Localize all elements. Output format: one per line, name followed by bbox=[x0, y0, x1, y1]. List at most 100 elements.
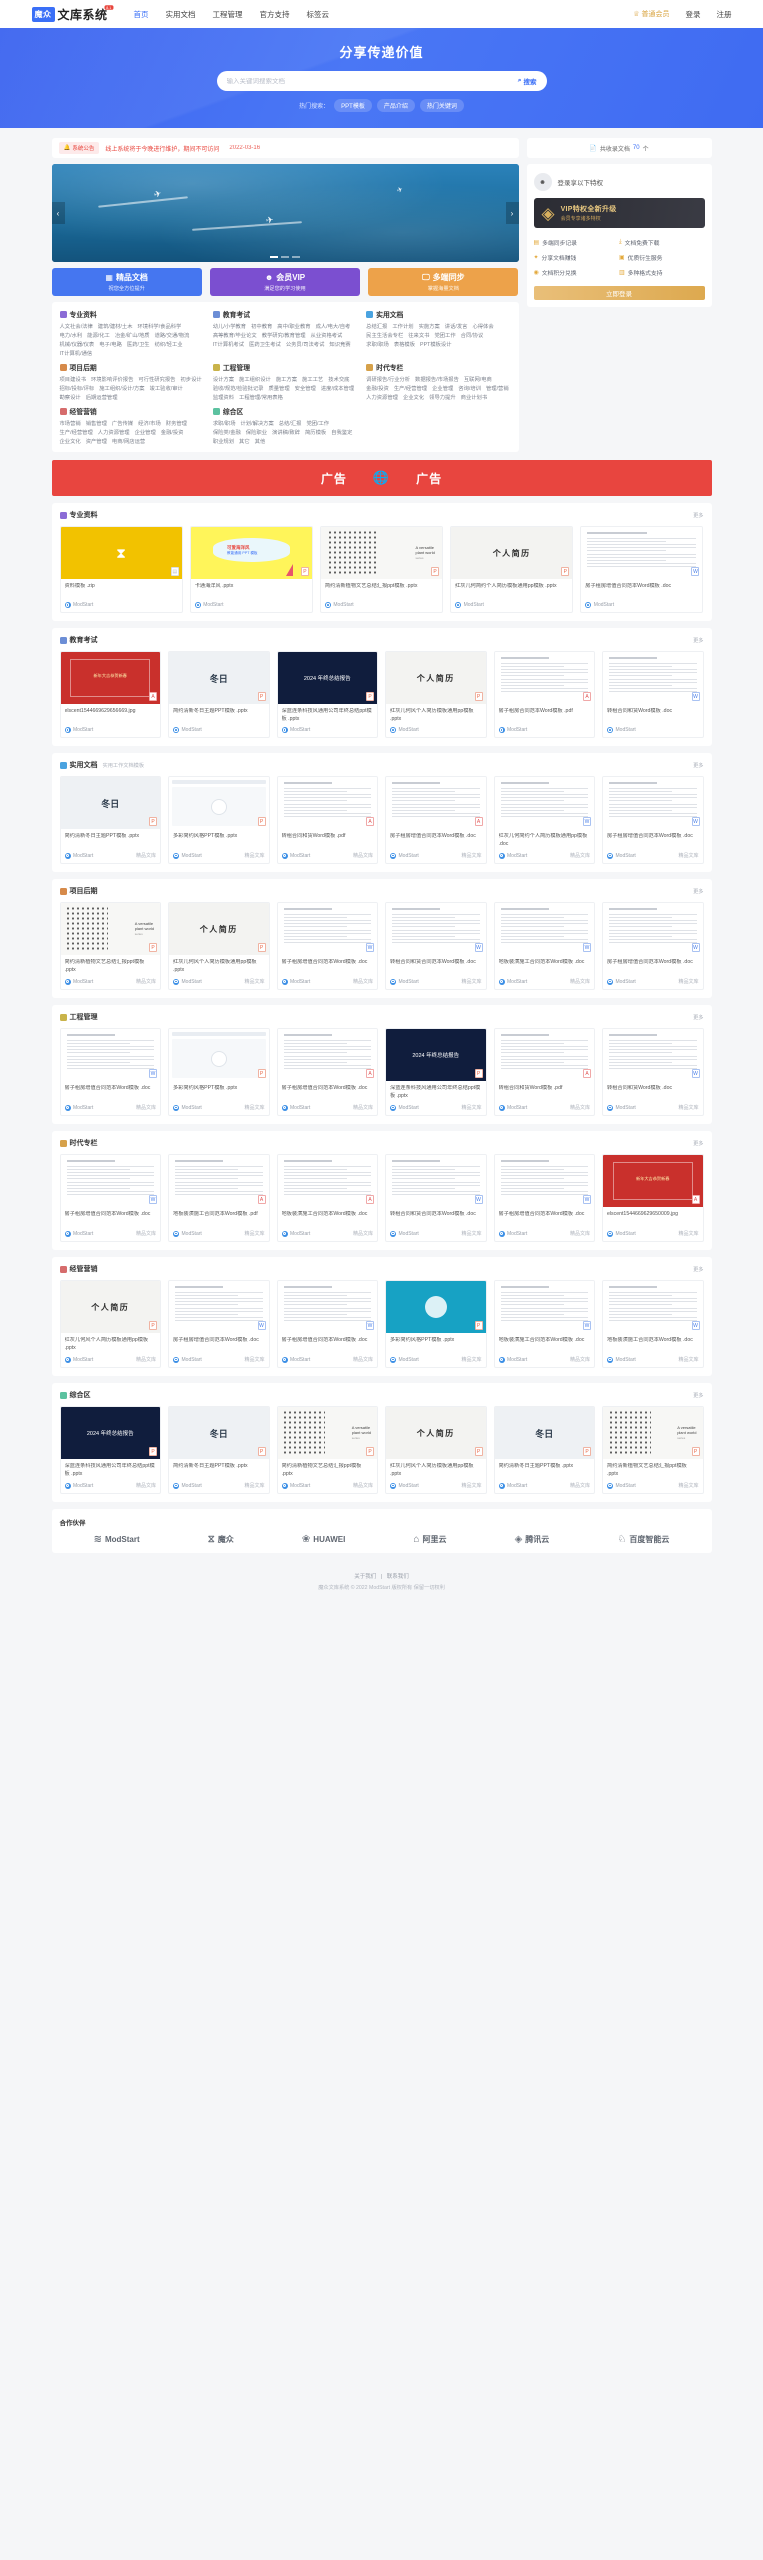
category-link[interactable]: 党团/工作 bbox=[306, 419, 329, 427]
category-link[interactable]: 市场营销 bbox=[60, 419, 81, 427]
category-link[interactable]: 从业资格考试 bbox=[311, 331, 343, 339]
hero-carousel[interactable]: ✈ ✈ ✈ ‹ › bbox=[51, 164, 519, 262]
partner-item[interactable]: ≋ ModStart bbox=[94, 1534, 140, 1545]
carousel-dots[interactable] bbox=[270, 256, 300, 258]
document-card[interactable]: W 房子租房增值合同范本Word模板 .doc ModStart 精品文库 bbox=[59, 1154, 161, 1242]
category-link[interactable]: 保险职业 bbox=[246, 428, 267, 436]
system-notice[interactable]: 🔔 系统公告 线上系统将于今晚进行维护，期间不可访问 2022-03-16 bbox=[51, 138, 519, 158]
document-card[interactable]: 2024 年终总结报告 P 深蓝连条科技风通用公司年终总结ppt模板 .pptx Mo… bbox=[385, 1028, 487, 1116]
category-link[interactable]: 企业管理 bbox=[135, 428, 156, 436]
category-link[interactable]: 公务员/司法考试 bbox=[286, 340, 325, 348]
category-link[interactable]: 往来文书 bbox=[408, 331, 429, 339]
document-card[interactable]: W 红灰几何简约个人简历模板通用pp模板 .doc ModStart 精品文库 bbox=[493, 776, 595, 864]
document-card[interactable]: 冬日 P 简约清新冬日主题PPT模板 .pptx ModStart 精品文库 bbox=[59, 776, 161, 864]
search-input[interactable] bbox=[226, 77, 512, 85]
document-card[interactable]: W 房子租房增值合同范本Word模板 .doc ModStart 精品文库 bbox=[602, 902, 704, 990]
footer-link-contact[interactable]: 联系我们 bbox=[387, 1574, 409, 1580]
document-card[interactable]: A 房子租房增值合同范本Word模板 .doc ModStart 精品文库 bbox=[385, 776, 487, 864]
category-link[interactable]: 高等教育/毕业论文 bbox=[213, 331, 257, 339]
carousel-dot[interactable] bbox=[270, 256, 278, 258]
partner-item[interactable]: ⧖ 魔众 bbox=[208, 1534, 234, 1545]
category-link[interactable]: 进度/成本管理 bbox=[321, 384, 354, 392]
section-more-link[interactable]: 更多 bbox=[693, 1140, 703, 1147]
category-link[interactable]: 管理/营销 bbox=[486, 384, 509, 392]
category-link[interactable]: 经济/市场 bbox=[138, 419, 161, 427]
category-link[interactable]: 商业计划书 bbox=[461, 393, 488, 401]
section-more-link[interactable]: 更多 bbox=[693, 1392, 703, 1399]
category-link[interactable]: 求职/职场 bbox=[213, 419, 236, 427]
category-link[interactable]: 电力/水利 bbox=[60, 331, 83, 339]
category-link[interactable]: 可行性研究报告 bbox=[138, 375, 175, 383]
document-card[interactable]: 可爱海洋风 教能通用 PPT 模板 P 卡通海洋风 .pptx ModStart bbox=[189, 526, 313, 613]
category-link[interactable]: 人力资源管理 bbox=[366, 393, 398, 401]
category-link[interactable]: 环境影响评价报告 bbox=[91, 375, 133, 383]
category-link[interactable]: 建筑/建材/土木 bbox=[98, 322, 133, 330]
category-link[interactable]: 人文社会/法律 bbox=[60, 322, 93, 330]
search-button[interactable]: ⌕ 搜索 bbox=[512, 74, 543, 88]
document-card[interactable]: A 房子租房合同范本Word模板 .pdf ModStart bbox=[493, 651, 595, 738]
document-card[interactable]: 新年大吉恭贺新春 Aelscent1544669629650009.jpg ModS… bbox=[602, 1154, 704, 1242]
section-more-link[interactable]: 更多 bbox=[693, 888, 703, 895]
document-card[interactable]: 2024 年终总结报告 P 深蓝连条科技风通用公司年终总结ppt模板 .pptx Mo… bbox=[276, 651, 378, 738]
category-link[interactable]: 企业文化 bbox=[60, 437, 81, 445]
category-link[interactable]: 电商/网店运营 bbox=[112, 437, 145, 445]
nav-item-tag-cloud[interactable]: 标签云 bbox=[307, 9, 330, 20]
category-link[interactable]: 勘察设计 bbox=[60, 393, 81, 401]
document-card[interactable]: ⧗ ▤ 资料模板 .zip ModStart bbox=[59, 526, 183, 613]
document-card[interactable]: A versatile plant world series P 简约清新植物文艺总结汇… bbox=[602, 1406, 704, 1494]
search-bar[interactable]: ⌕ 搜索 bbox=[216, 71, 547, 91]
document-card[interactable]: W 房子租房增值合同范本Word模板 .doc ModStart 精品文库 bbox=[602, 776, 704, 864]
carousel-prev-button[interactable]: ‹ bbox=[51, 202, 65, 224]
category-link[interactable]: 职业规划 bbox=[213, 437, 234, 445]
category-link[interactable]: 招标/投标/评标 bbox=[60, 384, 95, 392]
nav-item-home[interactable]: 首页 bbox=[134, 9, 149, 20]
section-more-link[interactable]: 更多 bbox=[693, 762, 703, 769]
document-card[interactable]: W 转租合同和赁合同范本Word模板 .doc ModStart 精品文库 bbox=[385, 902, 487, 990]
document-card[interactable]: W 地板装潢施工合同范本Word模板 .doc ModStart 精品文库 bbox=[493, 902, 595, 990]
category-link[interactable]: 医药/卫生 bbox=[127, 340, 150, 348]
category-link[interactable]: 合同/协议 bbox=[461, 331, 484, 339]
partner-item[interactable]: ♘ 百度智能云 bbox=[617, 1534, 669, 1545]
hot-tag-product[interactable]: 产品介绍 bbox=[376, 99, 415, 112]
category-link[interactable]: 施工工艺 bbox=[302, 375, 323, 383]
category-link[interactable]: 道路/交通/物流 bbox=[155, 331, 190, 339]
category-link[interactable]: 企业文化 bbox=[403, 393, 424, 401]
document-card[interactable]: W 房子租房增值合同范本Word模板 .doc ModStart 精品文库 bbox=[168, 1280, 270, 1368]
document-card[interactable]: 冬日 P 简约清新冬日主题PPT模板 .pptx ModStart bbox=[168, 651, 270, 738]
category-link[interactable]: 冶金/矿山/地质 bbox=[115, 331, 150, 339]
footer-link-about[interactable]: 关于我们 bbox=[354, 1574, 376, 1580]
category-link[interactable]: 咨询/培训 bbox=[458, 384, 481, 392]
sidebar-login-button[interactable]: 立即登录 bbox=[533, 286, 705, 300]
register-link[interactable]: 注册 bbox=[717, 9, 732, 20]
category-link[interactable]: 财务管理 bbox=[166, 419, 187, 427]
category-link[interactable]: 项目建设书 bbox=[60, 375, 87, 383]
category-link[interactable]: 党团工作 bbox=[434, 331, 455, 339]
section-more-link[interactable]: 更多 bbox=[693, 1014, 703, 1021]
category-link[interactable]: 资产管理 bbox=[86, 437, 107, 445]
document-card[interactable]: W 地板装潢施工合同范本Word模板 .doc ModStart 精品文库 bbox=[602, 1280, 704, 1368]
category-link[interactable]: 环境科学/食品科学 bbox=[138, 322, 182, 330]
document-card[interactable]: A versatile plant world series P 简约清新植物文艺总结汇… bbox=[319, 526, 444, 613]
document-card[interactable]: A 地板装潢施工合同范本Word模板 .doc ModStart 精品文库 bbox=[276, 1154, 378, 1242]
category-link[interactable]: 质量管理 bbox=[268, 384, 289, 392]
carousel-next-button[interactable]: › bbox=[505, 202, 519, 224]
category-link[interactable]: 其它 bbox=[239, 437, 250, 445]
nav-item-practical-docs[interactable]: 实用文档 bbox=[166, 9, 196, 20]
category-link[interactable]: 安全管理 bbox=[295, 384, 316, 392]
category-link[interactable]: 销售管理 bbox=[86, 419, 107, 427]
tile-member-vip[interactable]: ☻ 会员VIP 满足您的学习使用 bbox=[209, 268, 361, 296]
document-card[interactable]: A 转租合同和赁Word模板 .pdf ModStart 精品文库 bbox=[493, 1028, 595, 1116]
document-card[interactable]: 2024 年终总结报告 P 深蓝连条科技风通用公司年终总结ppt模板 .pptx Mo… bbox=[59, 1406, 161, 1494]
document-card[interactable]: A 房子租房增值合同范本Word模板 .doc ModStart 精品文库 bbox=[276, 1028, 378, 1116]
document-card[interactable]: 个人简历 P 红灰几何风个人简历模板通用pp模板 .pptx ModStart 精品文库 bbox=[59, 1280, 161, 1368]
document-card[interactable]: A 地板装潢施工合同范本Word模板 .pdf ModStart 精品文库 bbox=[168, 1154, 270, 1242]
section-more-link[interactable]: 更多 bbox=[693, 637, 703, 644]
category-link[interactable]: 总结/汇报 bbox=[279, 419, 302, 427]
document-card[interactable]: 个人简历 P 红灰几何简约个人简历模板通用pp模板 .pptx ModStart bbox=[450, 526, 574, 613]
category-link[interactable]: 民主生活会专栏 bbox=[366, 331, 403, 339]
section-more-link[interactable]: 更多 bbox=[693, 512, 703, 519]
category-link[interactable]: 生产/经营管理 bbox=[394, 384, 427, 392]
category-link[interactable]: 教学研究/教育管理 bbox=[262, 331, 306, 339]
document-card[interactable]: P 多彩简约风格PPT模板 .pptx ModStart 精品文库 bbox=[385, 1280, 487, 1368]
document-card[interactable]: 个人简历 P 红灰几何风个人简历模板通用pp模板 .pptx ModStart bbox=[385, 651, 487, 738]
